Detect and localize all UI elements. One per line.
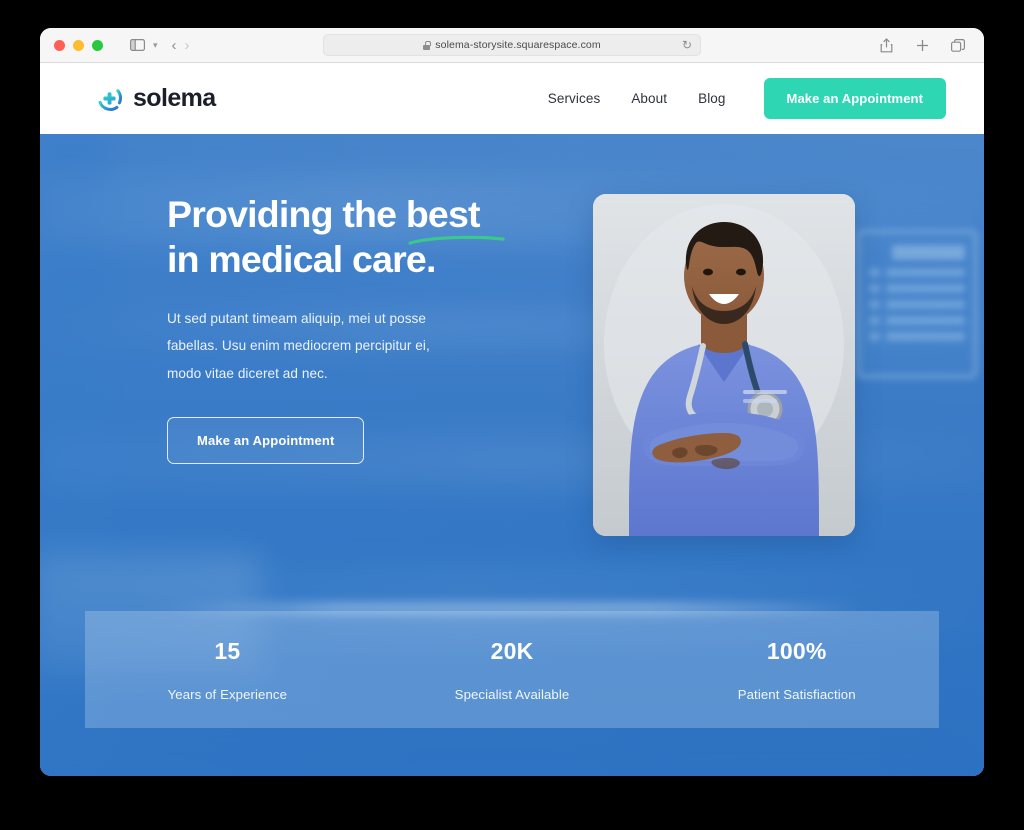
plus-icon[interactable] bbox=[910, 34, 934, 56]
navigation-arrows: ‹ › bbox=[172, 38, 190, 53]
sidebar-toggle-icon[interactable] bbox=[125, 34, 149, 56]
hero-title-line2: in medical care. bbox=[167, 237, 436, 280]
logo-text: solema bbox=[133, 84, 216, 112]
share-icon[interactable] bbox=[874, 34, 898, 56]
stat-item: 20K Specialist Available bbox=[370, 638, 655, 702]
close-window-button[interactable] bbox=[54, 39, 65, 51]
address-bar[interactable]: solema-storysite.squarespace.com ↻ bbox=[323, 34, 701, 56]
hero-paragraph: Ut sed putant timeam aliquip, mei ut pos… bbox=[167, 311, 430, 381]
hero-title: Providing the best in medical care. bbox=[167, 192, 527, 281]
address-bar-content: solema-storysite.squarespace.com bbox=[423, 39, 601, 51]
tab-overview-icon[interactable] bbox=[946, 34, 970, 56]
nav-link-services[interactable]: Services bbox=[548, 91, 601, 106]
minimize-window-button[interactable] bbox=[73, 39, 84, 51]
stat-value: 20K bbox=[490, 637, 534, 664]
navbar-right: Services About Blog Make an Appointment bbox=[548, 78, 946, 119]
hero-copy: Providing the best in medical care. Ut s… bbox=[167, 192, 527, 464]
hero-section: Providing the best in medical care. Ut s… bbox=[40, 134, 984, 776]
nav-link-blog[interactable]: Blog bbox=[698, 91, 725, 106]
browser-toolbar: ▾ ‹ › solema-storysite.squarespace.com ↻ bbox=[40, 28, 984, 63]
hero-stats-bar: 15 Years of Experience 20K Specialist Av… bbox=[85, 611, 939, 728]
hero-doctor-photo bbox=[593, 194, 855, 536]
hero-title-highlight-wrap: best bbox=[405, 192, 505, 245]
hero-title-line1-pre: Providing the bbox=[167, 193, 406, 235]
hero-title-highlight: best bbox=[405, 193, 481, 235]
stat-item: 15 Years of Experience bbox=[85, 638, 370, 702]
hero-content: Providing the best in medical care. Ut s… bbox=[40, 134, 984, 776]
back-arrow-icon[interactable]: ‹ bbox=[172, 38, 177, 53]
chevron-down-icon[interactable]: ▾ bbox=[153, 40, 158, 51]
navbar-appointment-button[interactable]: Make an Appointment bbox=[763, 78, 946, 119]
stat-value: 15 bbox=[214, 637, 241, 664]
browser-window: ▾ ‹ › solema-storysite.squarespace.com ↻ bbox=[40, 28, 984, 776]
site-navbar: solema Services About Blog Make an Appoi… bbox=[40, 63, 984, 134]
toolbar-right-actions bbox=[874, 34, 970, 56]
stat-label: Patient Satisfiaction bbox=[737, 686, 856, 702]
nav-link-about[interactable]: About bbox=[631, 91, 667, 106]
portrait-illustration bbox=[593, 194, 855, 536]
zoom-window-button[interactable] bbox=[92, 39, 103, 51]
stat-value: 100% bbox=[766, 637, 827, 664]
url-text: solema-storysite.squarespace.com bbox=[435, 39, 601, 51]
forward-arrow-icon: › bbox=[184, 36, 190, 54]
site-logo[interactable]: solema bbox=[95, 84, 216, 113]
lock-icon bbox=[423, 40, 431, 50]
window-traffic-lights bbox=[54, 39, 103, 51]
stat-label: Years of Experience bbox=[167, 686, 288, 702]
highlight-underline-icon bbox=[408, 235, 505, 245]
sidebar-controls: ▾ bbox=[125, 34, 158, 56]
medical-cross-circle-icon bbox=[95, 84, 124, 113]
reload-icon[interactable]: ↻ bbox=[682, 39, 692, 51]
stat-label: Specialist Available bbox=[454, 686, 570, 702]
hero-appointment-button[interactable]: Make an Appointment bbox=[167, 416, 365, 464]
doctor-portrait bbox=[593, 194, 855, 536]
stat-item: 100% Patient Satisfiaction bbox=[654, 638, 939, 702]
